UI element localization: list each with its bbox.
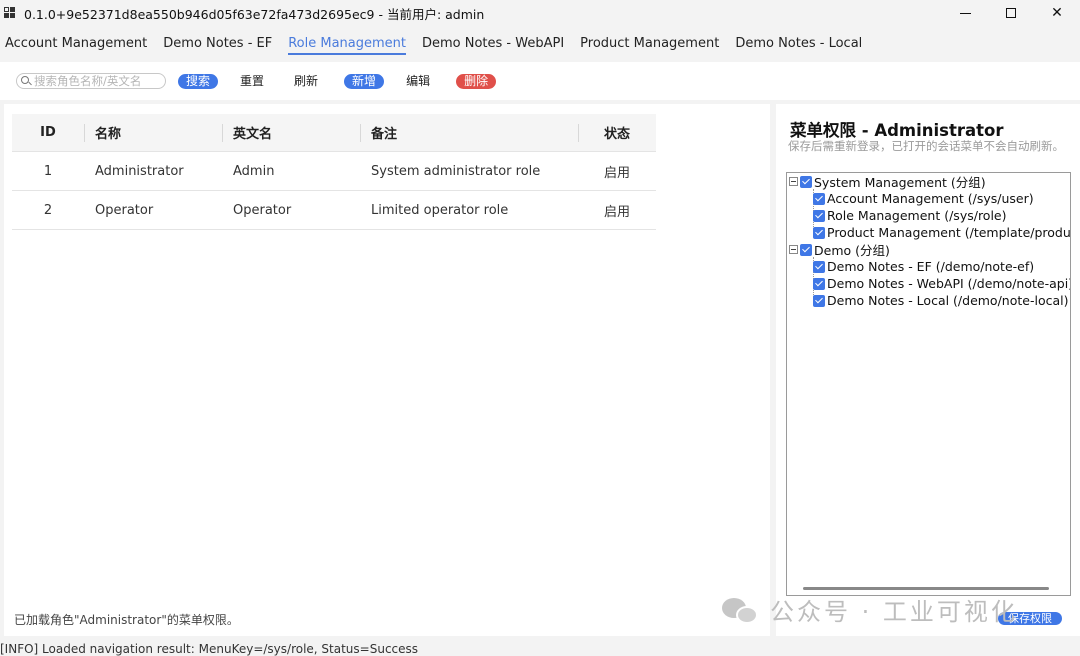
- checkbox-checked-icon[interactable]: [813, 192, 825, 205]
- cell-en-name: Admin: [233, 163, 275, 179]
- toolbar: 搜索 重置 刷新 新增 编辑 删除: [0, 62, 1080, 100]
- tab-product-management[interactable]: Product Management: [580, 32, 719, 55]
- checkbox-checked-icon[interactable]: [800, 175, 812, 188]
- cell-status: 启用: [603, 165, 630, 181]
- cell-name: Operator: [95, 202, 154, 218]
- status-message: 已加载角色"Administrator"的菜单权限。: [14, 613, 239, 627]
- tab-role-management[interactable]: Role Management: [288, 32, 406, 55]
- tree-node-label: Demo Notes - EF (/demo/note-ef): [827, 259, 1035, 274]
- tree-item-account-management[interactable]: Account Management (/sys/user): [813, 190, 1034, 207]
- column-header-note[interactable]: 备注: [360, 114, 578, 151]
- tree-node-label: Demo Notes - Local (/demo/note-local): [827, 293, 1069, 308]
- tab-demo-notes-ef[interactable]: Demo Notes - EF: [163, 32, 272, 55]
- save-permissions-button[interactable]: 保存权限: [998, 612, 1062, 625]
- table-row[interactable]: 1 Administrator Admin System administrat…: [12, 152, 656, 191]
- column-header-name[interactable]: 名称: [84, 114, 222, 151]
- column-header-en-name[interactable]: 英文名: [222, 114, 360, 151]
- search-input[interactable]: [34, 74, 154, 88]
- tree-node-label: Demo Notes - WebAPI (/demo/note-api): [827, 276, 1071, 291]
- edit-button[interactable]: 编辑: [402, 74, 434, 89]
- close-button[interactable]: ✕: [1034, 0, 1080, 26]
- permissions-title: 菜单权限 - Administrator: [790, 121, 1004, 140]
- checkbox-checked-icon[interactable]: [813, 277, 825, 290]
- checkbox-checked-icon[interactable]: [813, 260, 825, 273]
- checkbox-checked-icon[interactable]: [813, 226, 825, 239]
- tab-demo-notes-local[interactable]: Demo Notes - Local: [735, 32, 862, 55]
- table-row[interactable]: 2 Operator Operator Limited operator rol…: [12, 191, 656, 230]
- collapse-icon[interactable]: [789, 245, 798, 254]
- title-bar: 0.1.0+9e52371d8ea550b946d05f63e72fa473d2…: [0, 0, 1080, 26]
- app-icon: [4, 7, 18, 19]
- cell-en-name: Operator: [233, 202, 292, 218]
- log-line: [INFO] Loaded navigation result: MenuKey…: [0, 642, 419, 656]
- tree-group-demo[interactable]: Demo (分组): [789, 241, 890, 258]
- cell-id: 1: [43, 163, 53, 179]
- horizontal-scrollbar[interactable]: [803, 587, 1049, 590]
- tab-demo-notes-webapi[interactable]: Demo Notes - WebAPI: [422, 32, 564, 55]
- cell-status: 启用: [603, 204, 630, 220]
- nav-tabs: Account Management Demo Notes - EF Role …: [0, 28, 1080, 58]
- tree-node-label: Product Management (/template/product): [827, 225, 1071, 240]
- cell-name: Administrator: [95, 163, 184, 179]
- tree-node-label: Account Management (/sys/user): [827, 191, 1034, 206]
- tree-node-label: System Management (分组): [814, 175, 986, 190]
- tree-node-label: Demo (分组): [814, 243, 890, 258]
- table-header: ID 名称 英文名 备注 状态: [12, 114, 656, 152]
- close-icon: ✕: [1051, 5, 1063, 21]
- cell-id: 2: [43, 202, 53, 218]
- tree-item-demo-notes-webapi[interactable]: Demo Notes - WebAPI (/demo/note-api): [813, 275, 1071, 292]
- delete-button[interactable]: 删除: [456, 73, 497, 89]
- role-list-panel: ID 名称 英文名 备注 状态 1 Administrator Admin Sy…: [4, 104, 770, 636]
- maximize-icon: [1006, 8, 1016, 18]
- cell-note: Limited operator role: [371, 202, 509, 218]
- permissions-panel: 菜单权限 - Administrator 保存后需重新登录，已打开的会话菜单不会…: [776, 104, 1080, 636]
- refresh-button[interactable]: 刷新: [290, 74, 322, 89]
- cell-note: System administrator role: [371, 163, 541, 179]
- reset-button[interactable]: 重置: [236, 74, 268, 89]
- add-button[interactable]: 新增: [344, 73, 385, 89]
- collapse-icon[interactable]: [789, 177, 798, 186]
- permissions-hint: 保存后需重新登录，已打开的会话菜单不会自动刷新。: [788, 139, 1064, 153]
- search-box[interactable]: [16, 73, 166, 89]
- tree-item-demo-notes-local[interactable]: Demo Notes - Local (/demo/note-local): [813, 292, 1068, 309]
- tab-account-management[interactable]: Account Management: [5, 32, 147, 55]
- role-table: ID 名称 英文名 备注 状态 1 Administrator Admin Sy…: [12, 114, 656, 230]
- tree-node-label: Role Management (/sys/role): [827, 208, 1007, 223]
- checkbox-checked-icon[interactable]: [813, 294, 825, 307]
- maximize-button[interactable]: [988, 0, 1034, 26]
- checkbox-checked-icon[interactable]: [813, 209, 825, 222]
- tree-item-demo-notes-ef[interactable]: Demo Notes - EF (/demo/note-ef): [813, 258, 1034, 275]
- minimize-button[interactable]: [942, 0, 988, 26]
- tree-item-product-management[interactable]: Product Management (/template/product): [813, 224, 1071, 241]
- tree-group-system-management[interactable]: System Management (分组): [789, 173, 986, 190]
- column-header-id[interactable]: ID: [12, 114, 84, 151]
- tree-item-role-management[interactable]: Role Management (/sys/role): [813, 207, 1007, 224]
- search-button[interactable]: 搜索: [178, 73, 219, 89]
- window-controls: ✕: [942, 0, 1080, 26]
- checkbox-checked-icon[interactable]: [800, 243, 812, 256]
- column-header-status[interactable]: 状态: [578, 114, 656, 151]
- search-icon: [21, 76, 31, 86]
- permission-tree[interactable]: System Management (分组) Account Managemen…: [786, 172, 1071, 596]
- minimize-icon: [959, 12, 971, 14]
- window-title: 0.1.0+9e52371d8ea550b946d05f63e72fa473d2…: [24, 6, 485, 22]
